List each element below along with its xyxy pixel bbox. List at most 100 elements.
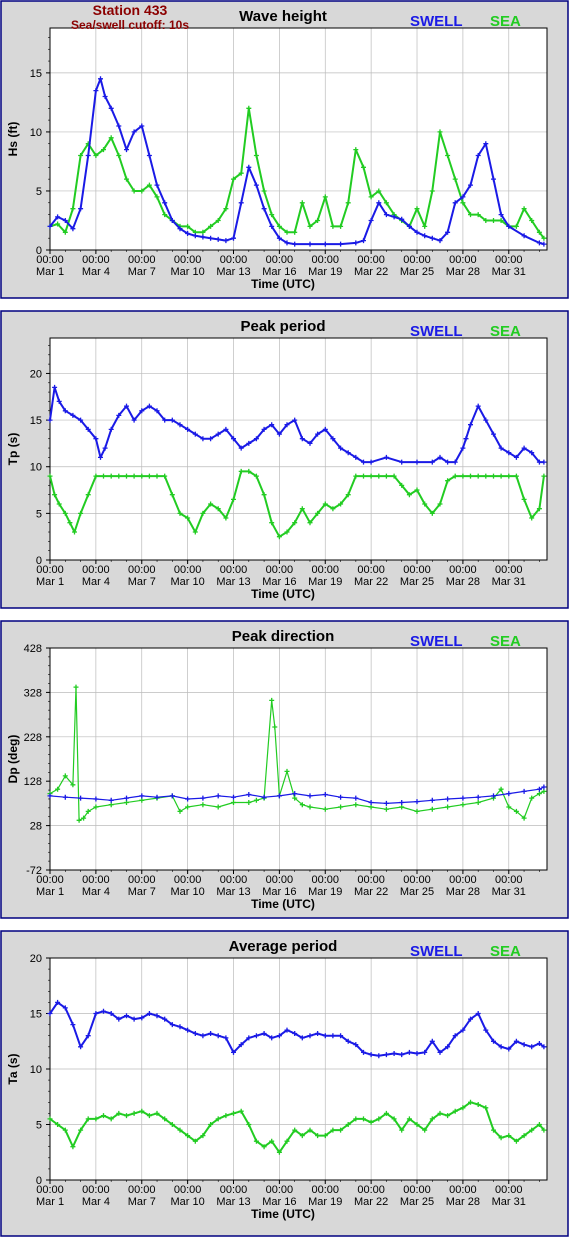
x-tick-date: Mar 31 — [492, 1196, 526, 1208]
x-axis-label: Time (UTC) — [251, 897, 315, 911]
x-tick-time: 00:00 — [36, 1184, 64, 1196]
y-tick-label: 15 — [30, 68, 42, 80]
average-period-chart: 0510152000:00Mar 100:00Mar 400:00Mar 700… — [0, 930, 569, 1237]
x-tick-date: Mar 1 — [36, 886, 64, 898]
x-tick-time: 00:00 — [220, 564, 248, 576]
x-tick-time: 00:00 — [174, 1184, 202, 1196]
x-tick-time: 00:00 — [36, 874, 64, 886]
y-tick-label: 5 — [36, 1120, 42, 1132]
y-tick-label: 15 — [30, 415, 42, 427]
y-tick-label: 10 — [30, 1064, 42, 1076]
y-tick-label: 10 — [30, 462, 42, 474]
x-tick-time: 00:00 — [357, 1184, 385, 1196]
x-tick-time: 00:00 — [495, 1184, 523, 1196]
x-tick-time: 00:00 — [357, 874, 385, 886]
x-tick-time: 00:00 — [403, 1184, 431, 1196]
x-tick-date: Mar 25 — [400, 886, 434, 898]
chart-panel-wave-height: 0 5 10 15 00:00 Mar 1 00:00 Mar 4 00:00 Mar 7 00:0… — [0, 0, 570, 300]
x-tick-date: Mar 7 — [128, 576, 156, 588]
x-tick-date: Mar 4 — [82, 886, 110, 898]
x-axis-label: Time (UTC) — [251, 277, 315, 291]
x-tick-time: 00:00 — [449, 874, 477, 886]
x-tick-date: Mar 10 — [171, 1196, 205, 1208]
x-tick-time: 00:00 — [403, 254, 431, 266]
x-tick-date: Mar 1 — [36, 1196, 64, 1208]
x-tick-date: Mar 28 — [446, 886, 480, 898]
x-tick-date: Mar 31 — [492, 886, 526, 898]
chart-title: Average period — [229, 938, 338, 955]
chart-panel-peak-direction: -72 28 128 228 328 428 00:00 Mar 1 00:00 Mar 4 00:… — [0, 620, 570, 920]
x-tick-time: 00:00 — [311, 564, 339, 576]
x-tick-date: Mar 1 — [36, 266, 64, 278]
x-tick-date: Mar 4 — [82, 1196, 110, 1208]
y-axis-label: Ta (s) — [6, 1053, 20, 1084]
plot-area — [50, 648, 547, 870]
x-tick-time: 00:00 — [128, 1184, 156, 1196]
legend-swell: SWELL — [410, 13, 463, 30]
peak-period-chart: 0510152000:00Mar 100:00Mar 400:00Mar 700… — [0, 310, 569, 609]
y-tick-label: 128 — [24, 776, 42, 788]
x-tick-date: Mar 22 — [354, 1196, 388, 1208]
x-tick-date: Mar 22 — [354, 886, 388, 898]
y-axis-label: Hs (ft) — [6, 122, 20, 157]
x-tick-time: 00:00 — [128, 254, 156, 266]
x-tick-time: 00:00 — [174, 564, 202, 576]
x-tick-date: Mar 10 — [171, 886, 205, 898]
x-tick-date: Mar 25 — [400, 576, 434, 588]
wave-height-chart: 05101500:00Mar 100:00Mar 400:00Mar 700:0… — [0, 0, 569, 299]
x-tick-time: 00:00 — [266, 874, 294, 886]
chart-title: Peak period — [240, 318, 325, 335]
x-axis-label: Time (UTC) — [251, 1207, 315, 1221]
x-tick-time: 00:00 — [403, 564, 431, 576]
x-tick-time: 00:00 — [82, 564, 110, 576]
x-tick-date: Mar 31 — [492, 576, 526, 588]
x-tick-date: Mar 10 — [171, 576, 205, 588]
x-tick-date: Mar 13 — [216, 266, 250, 278]
chart-panel-peak-period: 0 5 10 15 20 00:00 Mar 1 00:00 Mar 4 00:00 Mar 7 00… — [0, 310, 570, 610]
x-tick-date: Mar 10 — [171, 266, 205, 278]
x-tick-time: 00:00 — [311, 874, 339, 886]
x-tick-date: Mar 1 — [36, 576, 64, 588]
plot-area — [50, 338, 547, 560]
y-tick-label: 10 — [30, 127, 42, 139]
y-tick-label: 28 — [30, 821, 42, 833]
legend-sea: SEA — [490, 943, 521, 960]
x-tick-date: Mar 25 — [400, 1196, 434, 1208]
y-tick-label: 5 — [36, 186, 42, 198]
x-tick-time: 00:00 — [128, 874, 156, 886]
legend-swell: SWELL — [410, 943, 463, 960]
x-tick-time: 00:00 — [266, 254, 294, 266]
x-tick-time: 00:00 — [220, 1184, 248, 1196]
x-tick-date: Mar 13 — [216, 886, 250, 898]
x-tick-date: Mar 7 — [128, 266, 156, 278]
x-tick-time: 00:00 — [36, 564, 64, 576]
x-tick-date: Mar 4 — [82, 576, 110, 588]
x-tick-time: 00:00 — [495, 564, 523, 576]
x-tick-time: 00:00 — [82, 1184, 110, 1196]
x-tick-time: 00:00 — [449, 254, 477, 266]
legend-sea: SEA — [490, 633, 521, 650]
x-tick-time: 00:00 — [495, 254, 523, 266]
legend-swell: SWELL — [410, 323, 463, 340]
x-tick-date: Mar 4 — [82, 266, 110, 278]
chart-title: Wave height — [239, 8, 327, 25]
x-tick-date: Mar 25 — [400, 266, 434, 278]
x-tick-date: Mar 31 — [492, 266, 526, 278]
x-tick-time: 00:00 — [449, 1184, 477, 1196]
y-tick-label: 328 — [24, 687, 42, 699]
x-tick-date: Mar 22 — [354, 266, 388, 278]
x-tick-time: 00:00 — [449, 564, 477, 576]
y-axis-label: Dp (deg) — [6, 735, 20, 784]
x-tick-time: 00:00 — [495, 874, 523, 886]
x-tick-time: 00:00 — [36, 254, 64, 266]
x-tick-time: 00:00 — [220, 254, 248, 266]
x-tick-time: 00:00 — [357, 254, 385, 266]
legend-sea: SEA — [490, 323, 521, 340]
legend-sea: SEA — [490, 13, 521, 30]
x-tick-time: 00:00 — [357, 564, 385, 576]
chart-title: Peak direction — [232, 628, 335, 645]
x-tick-time: 00:00 — [220, 874, 248, 886]
station-name: Station 433 — [93, 2, 168, 18]
x-tick-date: Mar 7 — [128, 886, 156, 898]
x-tick-time: 00:00 — [311, 1184, 339, 1196]
